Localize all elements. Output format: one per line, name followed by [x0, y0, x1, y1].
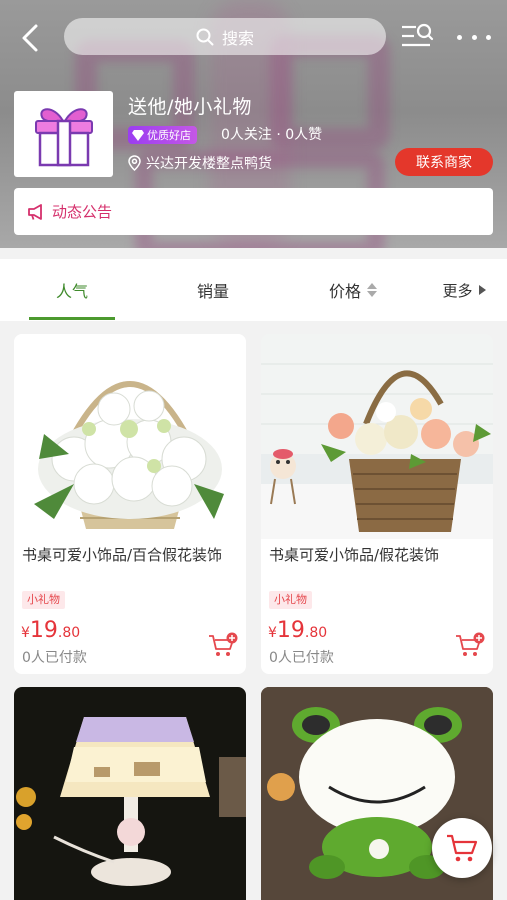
list-search-icon	[402, 23, 434, 47]
product-title: 书桌可爱小饰品/百合假花装饰	[22, 546, 223, 564]
add-to-cart-icon[interactable]	[455, 632, 485, 658]
search-icon	[196, 28, 214, 45]
search-placeholder: 搜索	[221, 28, 254, 48]
tab-price[interactable]: 价格	[310, 259, 396, 321]
sort-arrows-icon	[367, 283, 377, 297]
price-currency: ¥	[268, 625, 277, 641]
product-card[interactable]: 书桌可爱小饰品/假花装饰 小礼物 ¥ 19 .80 0人已付款	[261, 334, 493, 674]
back-button[interactable]	[14, 20, 48, 56]
badge-label: 优质好店	[147, 129, 191, 142]
product-card[interactable]	[14, 687, 246, 900]
price-decimal: .80	[57, 625, 81, 641]
tab-popularity[interactable]: 人气	[29, 259, 115, 321]
notice-label: 动态公告	[52, 203, 113, 221]
price-decimal: .80	[304, 625, 328, 641]
product-tag: 小礼物	[22, 591, 65, 609]
tab-sales[interactable]: 销量	[170, 259, 256, 321]
shopping-cart-icon	[447, 834, 478, 862]
sold-count: 0人已付款	[22, 650, 87, 666]
tab-label: 更多	[442, 281, 473, 300]
more-options-button[interactable]	[455, 24, 493, 50]
ellipsis-icon	[457, 34, 462, 40]
store-location: 兴达开发楼整点鸭货	[128, 153, 272, 173]
location-pin-icon	[128, 155, 141, 171]
follow-stats: 0人关注 · 0人赞	[221, 127, 323, 143]
tab-label: 人气	[55, 282, 88, 301]
tab-label: 销量	[196, 282, 229, 301]
add-to-cart-icon[interactable]	[208, 632, 238, 658]
gift-icon	[34, 108, 93, 167]
chevron-left-icon	[22, 24, 38, 52]
price-currency: ¥	[21, 625, 30, 641]
active-tab-indicator	[29, 317, 115, 320]
product-price: ¥ 19 .80	[268, 618, 327, 643]
product-image	[261, 334, 493, 539]
category-search-button[interactable]	[400, 22, 434, 52]
ellipsis-icon	[471, 34, 477, 40]
sold-count: 0人已付款	[269, 650, 334, 666]
price-integer: 19	[29, 618, 58, 643]
contact-seller-button[interactable]: 联系商家	[395, 148, 493, 176]
sort-tabs: 人气 销量 价格 更多	[0, 259, 507, 321]
tab-more[interactable]: 更多	[432, 259, 496, 321]
price-integer: 19	[276, 618, 305, 643]
product-image	[14, 334, 246, 539]
product-tag: 小礼物	[269, 591, 312, 609]
ellipsis-icon	[486, 34, 491, 40]
product-price: ¥ 19 .80	[21, 618, 80, 643]
store-name: 送他/她小礼物	[128, 96, 252, 118]
notice-bar[interactable]: 动态公告	[14, 188, 493, 235]
megaphone-icon	[28, 203, 42, 220]
location-text: 兴达开发楼整点鸭货	[146, 156, 272, 172]
product-title: 书桌可爱小饰品/假花装饰	[269, 546, 440, 564]
diamond-icon	[132, 129, 144, 141]
product-image	[14, 687, 246, 900]
store-logo[interactable]	[14, 91, 113, 177]
tab-label: 价格	[328, 282, 361, 301]
quality-store-badge: 优质好店	[128, 126, 197, 144]
store-header: 搜索 送他/她小礼物 优质好店 0人关注 · 0人赞 兴达开发楼整点鸭货 联系商…	[0, 0, 507, 248]
caret-right-icon	[478, 285, 486, 295]
search-input[interactable]: 搜索	[64, 18, 386, 55]
product-card[interactable]: 书桌可爱小饰品/百合假花装饰 小礼物 ¥ 19 .80 0人已付款	[14, 334, 246, 674]
floating-cart-button[interactable]	[432, 818, 492, 878]
